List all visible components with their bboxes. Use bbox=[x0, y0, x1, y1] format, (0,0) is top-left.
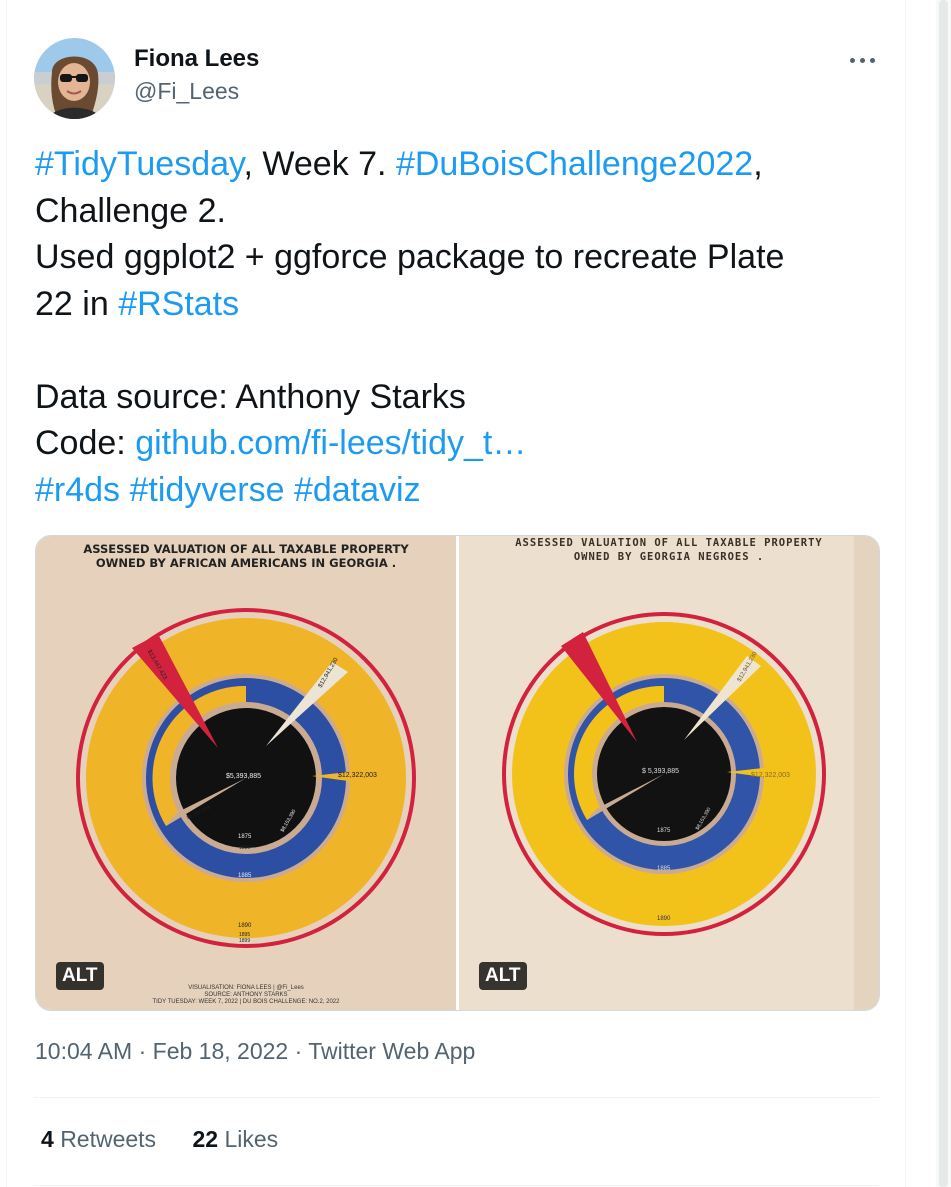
original-title-line-2: OWNED BY GEORGIA NEGROES . bbox=[573, 551, 765, 563]
likes-label: Likes bbox=[224, 1126, 279, 1152]
hashtag-r4ds[interactable]: #r4ds bbox=[35, 471, 120, 509]
tweet-text-fragment: Challenge 2. bbox=[35, 191, 226, 230]
timeline-border-right bbox=[905, 0, 906, 1187]
label-year-1885: 1885 bbox=[238, 873, 252, 879]
more-options-button[interactable] bbox=[844, 46, 880, 74]
scrollbar-thumb[interactable] bbox=[939, 0, 948, 1187]
tweet-text-fragment: Used ggplot2 + ggforce package to recrea… bbox=[35, 238, 785, 276]
label-wedge-right: $12,322,003 bbox=[338, 772, 377, 779]
timeline-border-left bbox=[6, 0, 7, 1187]
tweet-text-fragment bbox=[120, 471, 129, 509]
likes-count: 22 bbox=[192, 1126, 219, 1152]
original-title: ASSESSED VALUATION OF ALL TAXABLE PROPER… bbox=[459, 536, 879, 564]
avatar[interactable] bbox=[34, 38, 115, 119]
label-year-1899: 1899 bbox=[239, 938, 251, 944]
tweet-line-1: #TidyTuesday, Week 7. #DuBoisChallenge20… bbox=[35, 141, 880, 188]
label-year-1890: 1890 bbox=[657, 916, 671, 922]
tweet-line-6: Data source: Anthony Starks bbox=[35, 374, 880, 421]
retweets-stat[interactable]: 4 Retweets bbox=[41, 1126, 156, 1153]
label-center: $ 5,393,885 bbox=[642, 768, 679, 775]
recreation-title-line-1: ASSESSED VALUATION OF ALL TAXABLE PROPER… bbox=[83, 542, 409, 556]
credit-source: SOURCE: ANTHONY STARKS bbox=[204, 992, 288, 998]
label-wedge-right: $12,322,003 bbox=[751, 772, 790, 779]
original-title-line-1: ASSESSED VALUATION OF ALL TAXABLE PROPER… bbox=[515, 537, 823, 549]
tweet-line-8: #r4ds #tidyverse #dataviz bbox=[35, 467, 880, 514]
label-year-1885: 1885 bbox=[657, 866, 671, 872]
tweet-text-fragment: , Week 7. bbox=[243, 145, 396, 183]
hashtag-dataviz[interactable]: #dataviz bbox=[294, 471, 421, 509]
meta-separator: · bbox=[288, 1038, 309, 1064]
tweet-line-7: Code: github.com/fi-lees/tidy_t… bbox=[35, 420, 880, 467]
label-year-1875: 1875 bbox=[238, 834, 252, 840]
more-horizontal-icon bbox=[849, 57, 875, 63]
retweets-count: 4 bbox=[41, 1126, 54, 1152]
tweet-source-app[interactable]: Twitter Web App bbox=[308, 1038, 475, 1064]
tweet-date[interactable]: Feb 18, 2022 bbox=[153, 1038, 289, 1064]
tweet-line-3: Used ggplot2 + ggforce package to recrea… bbox=[35, 234, 880, 281]
author-name[interactable]: Fiona Lees bbox=[134, 45, 259, 73]
tweet-text-fragment: 22 in bbox=[35, 284, 119, 323]
likes-stat[interactable]: 22 Likes bbox=[192, 1126, 278, 1153]
media-image-original[interactable]: ASSESSED VALUATION OF ALL TAXABLE PROPER… bbox=[459, 536, 879, 1010]
tweet-text-fragment: Code: bbox=[35, 424, 136, 462]
alt-badge-left[interactable]: ALT bbox=[56, 962, 104, 990]
tweet-line-4: 22 in #RStats bbox=[35, 281, 880, 328]
tweet-text-fragment: Data source: Anthony Starks bbox=[35, 377, 466, 416]
engagement-stats: 4 Retweets 22 Likes bbox=[41, 1126, 308, 1153]
media-grid: ASSESSED VALUATION OF ALL TAXABLE PROPER… bbox=[35, 535, 880, 1011]
label-year-1890: 1890 bbox=[238, 923, 252, 929]
tweet-text-fragment: , bbox=[753, 145, 763, 183]
code-link[interactable]: github.com/fi-lees/tidy_t… bbox=[135, 424, 526, 462]
divider bbox=[34, 1185, 879, 1186]
label-center: $5,393,885 bbox=[226, 773, 262, 780]
hashtag-duboischallenge2022[interactable]: #DuBoisChallenge2022 bbox=[396, 145, 753, 183]
hashtag-tidytuesday[interactable]: #TidyTuesday bbox=[35, 145, 244, 183]
divider bbox=[34, 1097, 879, 1098]
hashtag-rstats[interactable]: #RStats bbox=[118, 285, 239, 323]
recreation-title-line-2: OWNED BY AFRICAN AMERICANS IN GEORGIA . bbox=[95, 556, 397, 570]
hashtag-tidyverse[interactable]: #tidyverse bbox=[130, 471, 285, 509]
meta-separator: · bbox=[132, 1038, 153, 1064]
tweet-time[interactable]: 10:04 AM bbox=[35, 1038, 132, 1064]
author-handle[interactable]: @Fi_Lees bbox=[134, 78, 239, 105]
label-year-1875: 1875 bbox=[657, 828, 671, 834]
retweets-label: Retweets bbox=[60, 1126, 157, 1152]
tweet-line-2: Challenge 2. bbox=[35, 188, 880, 235]
tweet-text-fragment bbox=[284, 471, 293, 509]
label-year-1880: 1880 bbox=[239, 845, 251, 851]
tweet-timestamp: 10:04 AM · Feb 18, 2022 · Twitter Web Ap… bbox=[35, 1038, 475, 1065]
alt-badge-right[interactable]: ALT bbox=[479, 962, 527, 990]
tweet-text: #TidyTuesday, Week 7. #DuBoisChallenge20… bbox=[35, 141, 880, 513]
media-image-recreation[interactable]: ASSESSED VALUATION OF ALL TAXABLE PROPER… bbox=[36, 536, 456, 1010]
credit-tidytuesday: TIDY TUESDAY: WEEK 7, 2022 | DU BOIS CHA… bbox=[152, 999, 340, 1005]
avatar-photo bbox=[34, 38, 115, 119]
recreation-title: ASSESSED VALUATION OF ALL TAXABLE PROPER… bbox=[36, 542, 456, 570]
